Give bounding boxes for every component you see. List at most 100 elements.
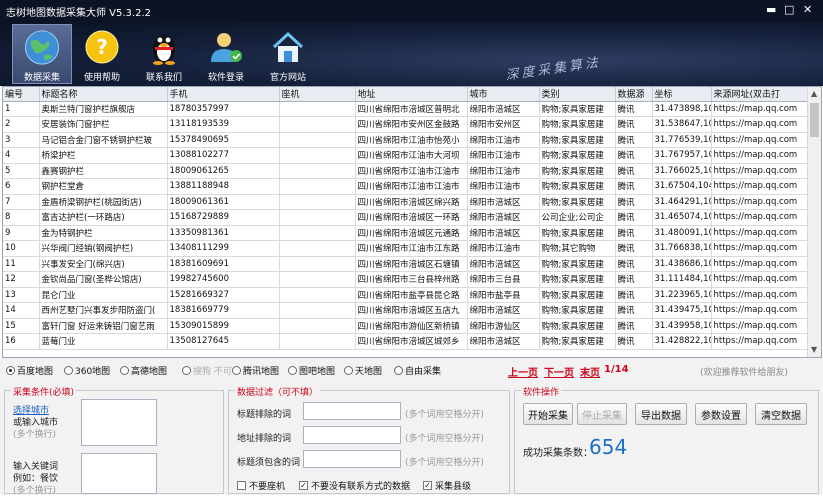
table-cell: 5 <box>3 163 40 179</box>
table-row[interactable]: 14 西州艺墅门兴事发步阳防盗门(18381669779 四川省绵阳市涪城区五店九绵… <box>3 302 810 319</box>
table-cell: 购物;家具家居建 <box>539 302 616 319</box>
table-cell: 绵阳市江油市 <box>467 163 540 179</box>
table-row[interactable]: 5 鑫赛钢护栏 18009061265 四川省绵阳市江油市江油市 绵阳市江油市 购物;家具… <box>3 163 810 179</box>
table-cell: 15 <box>3 318 40 334</box>
table-cell: 腾讯 <box>615 302 653 319</box>
map-source-radio[interactable]: 图吧地图 <box>288 364 335 377</box>
table-cell: 腾讯 <box>615 132 653 148</box>
column-header[interactable]: 城市 <box>467 87 540 102</box>
help-icon: ? <box>85 30 119 64</box>
column-header[interactable]: 类别 <box>539 87 616 102</box>
export-data-button[interactable]: 导出数据 <box>635 403 687 425</box>
table-row[interactable]: 6 钢护栏堂倉 13881188948 四川省绵阳市江油市江油市 绵阳市江油市 购物;家具… <box>3 178 810 195</box>
minimize-icon[interactable]: ▬ <box>766 3 776 16</box>
table-cell: https://map.qq.com <box>711 302 810 319</box>
clear-data-button[interactable]: 清空数据 <box>755 403 807 425</box>
stop-collect-button[interactable]: 停止采集 <box>577 403 627 425</box>
table-cell: 13881188948 <box>167 178 280 195</box>
table-cell: 绵阳市安州区 <box>467 116 540 133</box>
table-cell: 31.439958,104 <box>652 318 712 334</box>
column-header[interactable]: 手机 <box>167 87 280 102</box>
title-include-label: 标题须包含的词 <box>237 458 301 468</box>
column-header[interactable]: 地址 <box>355 87 468 102</box>
table-cell: 富轩门窗 好运来铸铝门窗艺雨 <box>39 318 168 334</box>
scroll-thumb[interactable] <box>810 103 819 137</box>
table-cell: 购物;家具家居建 <box>539 333 616 350</box>
no-landline-checkbox[interactable]: 不要座机 <box>237 479 285 492</box>
column-header[interactable]: 数据源 <box>615 87 653 102</box>
table-cell: 15309015899 <box>167 318 280 334</box>
table-row[interactable]: 15 富轩门窗 好运来铸铝门窗艺雨 15309015899 四川省绵阳市游仙区新桥镇绵… <box>3 318 810 334</box>
column-header[interactable]: 标题名称 <box>39 87 168 102</box>
start-collect-button[interactable]: 开始采集 <box>523 403 573 425</box>
table-cell: 31.428822,104 <box>652 333 712 350</box>
map-source-radio[interactable]: 百度地图 <box>6 364 53 377</box>
next-page-link[interactable]: 下一页 <box>544 364 574 379</box>
county-level-checkbox[interactable]: ✓ 采集县级 <box>423 479 471 492</box>
toolbar-data-collect-button[interactable]: 数据采集 <box>12 24 72 84</box>
table-row[interactable]: 10 兴华阀门经销(钢阀护栏) 13408111299 四川省绵阳市江油市江东路 绵阳市… <box>3 240 810 257</box>
checkbox-label: 不要没有联系方式的数据 <box>311 482 411 492</box>
maximize-icon[interactable]: □ <box>784 3 794 16</box>
table-cell: 绵阳市涪城区 <box>467 225 540 241</box>
no-contact-checkbox[interactable]: ✓ 不要没有联系方式的数据 <box>299 479 410 492</box>
radio-dot <box>64 366 73 375</box>
filter-group: 数据过滤（可不填） 标题排除的词 (多个词用空格分开) 地址排除的词 (多个词用… <box>228 385 510 494</box>
column-header[interactable]: 座机 <box>279 87 356 102</box>
table-row[interactable]: 8 富吉达护栏(一环路店) 15168729889 四川省绵阳市涪城区一环路 绵阳市涪城… <box>3 209 810 226</box>
table-cell: 31.439475,104 <box>652 302 712 319</box>
table-cell: 18009061265 <box>167 163 280 179</box>
table-row[interactable]: 11 兴事发安全门(绵兴店) 18381609691 四川省绵阳市涪城区石塘镇 绵阳市涪… <box>3 256 810 272</box>
table-row[interactable]: 12 金钦尚品门窗(圣桦公馆店) 19982745600 四川省绵阳市三台县梓州路 绵阳… <box>3 271 810 288</box>
table-cell: 四川省绵阳市涪城区城郊乡 <box>355 333 468 350</box>
table-cell: 18381669779 <box>167 302 280 319</box>
map-source-radio[interactable]: 腾讯地图 <box>232 364 279 377</box>
toolbar-contact-button[interactable]: 联系我们 <box>134 24 194 84</box>
scroll-up-icon[interactable]: ▲ <box>811 89 817 98</box>
toolbar-website-button[interactable]: 官方网站 <box>258 24 318 84</box>
close-icon[interactable]: ✕ <box>803 3 812 16</box>
table-row[interactable]: 9 金为特钢护栏 13350981361 四川省绵阳市涪城区元通路 绵阳市涪城区 购物;家… <box>3 225 810 241</box>
table-cell: 购物;家具家居建 <box>539 318 616 334</box>
table-row[interactable]: 7 金盾桥梁钢护栏(桃园街店) 18009061361 四川省绵阳市涪城区绵兴路 绵阳市… <box>3 194 810 210</box>
globe-icon <box>24 30 60 65</box>
results-table[interactable]: 编号 标题名称 手机 座机 地址 城市 类别 数据源 坐标 来源网址(双击打 1 奥斯兰特门窗护栏旗… <box>2 86 822 358</box>
scroll-down-icon[interactable]: ▼ <box>811 345 817 354</box>
table-cell: 绵阳市三台县 <box>467 271 540 288</box>
column-header[interactable]: 编号 <box>3 87 40 102</box>
toolbar-help-button[interactable]: ? 使用帮助 <box>72 24 132 84</box>
table-row[interactable]: 2 安居装饰门窗护栏 13118193539 四川省绵阳市安州区金鼓路 绵阳市安州区 购物… <box>3 116 810 133</box>
table-row[interactable]: 16 蓝莓门业 13508127645 四川省绵阳市涪城区城郊乡 绵阳市涪城区 购物;家具… <box>3 333 810 350</box>
table-cell: 四川省绵阳市安州区金鼓路 <box>355 116 468 133</box>
table-row[interactable]: 1 奥斯兰特门窗护栏旗舰店 18780357997 四川省绵阳市涪城区普明北 绵阳市涪城… <box>3 101 810 117</box>
title-exclude-input[interactable] <box>303 402 401 420</box>
prev-page-link[interactable]: 上一页 <box>508 364 538 379</box>
table-row[interactable]: 3 马记铝合金门窗不锈钢护栏玻 15378490695 四川省绵阳市江油市怡苑小 绵阳市… <box>3 132 810 148</box>
table-cell: 购物;家具家居建 <box>539 287 616 303</box>
table-row[interactable]: 13 昆仑门业 15281669327 四川省绵阳市盐亭县昆仑路 绵阳市盐亭县 购物;家具… <box>3 287 810 303</box>
map-source-radio[interactable]: 搜狗 不可 <box>182 364 232 377</box>
settings-button[interactable]: 参数设置 <box>695 403 747 425</box>
title-include-input[interactable] <box>303 450 401 468</box>
map-source-radio[interactable]: 高德地图 <box>120 364 167 377</box>
map-source-radio[interactable]: 天地图 <box>344 364 382 377</box>
address-exclude-input[interactable] <box>303 426 401 444</box>
recommend-text: (欢迎推荐软件给朋友) <box>700 368 789 378</box>
column-header[interactable]: 来源网址(双击打 <box>711 87 810 102</box>
table-cell: 腾讯 <box>615 209 653 226</box>
table-cell: 奥斯兰特门窗护栏旗舰店 <box>39 101 168 117</box>
table-cell: 四川省绵阳市三台县梓州路 <box>355 271 468 288</box>
city-input[interactable] <box>81 399 157 446</box>
map-source-radio[interactable]: 自由采集 <box>394 364 441 377</box>
table-cell: 四川省绵阳市涪城区一环路 <box>355 209 468 226</box>
success-count-value: 654 <box>589 435 628 459</box>
last-page-link[interactable]: 末页 <box>580 364 600 379</box>
vertical-scrollbar[interactable]: ▲ ▼ <box>807 87 821 357</box>
toolbar-login-button[interactable]: 软件登录 <box>196 24 256 84</box>
column-header[interactable]: 坐标 <box>652 87 712 102</box>
map-source-radio[interactable]: 360地图 <box>64 364 110 377</box>
checkbox-box: ✓ <box>423 481 432 490</box>
table-cell: 腾讯 <box>615 147 653 164</box>
table-row[interactable]: 4 桥梁护栏 13088102277 四川省绵阳市江油市大河坝 绵阳市江油市 购物;家具家… <box>3 147 810 164</box>
keyword-input[interactable] <box>81 453 157 494</box>
